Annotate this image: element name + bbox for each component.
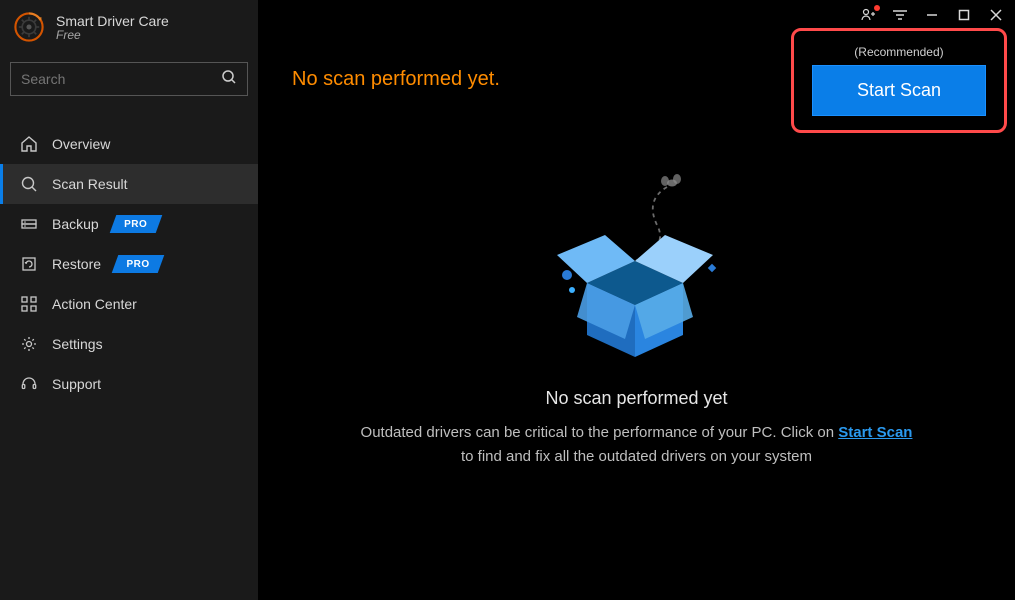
nav-overview[interactable]: Overview xyxy=(0,124,258,164)
grid-icon xyxy=(20,295,38,313)
empty-state-title: No scan performed yet xyxy=(545,388,727,409)
nav-support[interactable]: Support xyxy=(0,364,258,404)
sidebar: Smart Driver Care Free Overview Scan Res… xyxy=(0,0,258,600)
nav-label: Action Center xyxy=(52,296,137,312)
titlebar xyxy=(849,0,1015,30)
notification-dot-icon xyxy=(874,5,880,11)
search-box[interactable] xyxy=(10,62,248,96)
pro-badge: PRO xyxy=(115,255,161,273)
empty-state-description: Outdated drivers can be critical to the … xyxy=(361,421,913,469)
open-box-icon xyxy=(527,165,747,370)
nav-restore[interactable]: Restore PRO xyxy=(0,244,258,284)
scan-recommendation-box: (Recommended) Start Scan xyxy=(791,28,1007,133)
nav-label: Backup xyxy=(52,216,99,232)
search-icon xyxy=(221,69,237,90)
nav-action-center[interactable]: Action Center xyxy=(0,284,258,324)
magnifier-icon xyxy=(20,175,38,193)
nav: Overview Scan Result Backup PRO Restore xyxy=(0,124,258,404)
restore-icon xyxy=(20,255,38,273)
nav-label: Restore xyxy=(52,256,101,272)
search-input[interactable] xyxy=(21,71,221,87)
backup-icon xyxy=(20,215,38,233)
gear-icon xyxy=(20,335,38,353)
nav-label: Support xyxy=(52,376,101,392)
main-panel: No scan performed yet. (Recommended) Sta… xyxy=(258,0,1015,600)
nav-label: Scan Result xyxy=(52,176,127,192)
app-logo-icon xyxy=(12,10,46,44)
pro-badge: PRO xyxy=(113,215,159,233)
maximize-button[interactable] xyxy=(955,6,973,24)
recommended-label: (Recommended) xyxy=(854,45,943,59)
nav-label: Overview xyxy=(52,136,110,152)
app-edition: Free xyxy=(56,28,169,42)
nav-label: Settings xyxy=(52,336,103,352)
home-icon xyxy=(20,135,38,153)
app-title: Smart Driver Care xyxy=(56,13,169,29)
nav-settings[interactable]: Settings xyxy=(0,324,258,364)
minimize-button[interactable] xyxy=(923,6,941,24)
menu-icon[interactable] xyxy=(891,6,909,24)
scan-status-header: No scan performed yet. xyxy=(292,68,500,91)
account-icon[interactable] xyxy=(859,6,877,24)
empty-state: No scan performed yet Outdated drivers c… xyxy=(258,165,1015,469)
start-scan-button[interactable]: Start Scan xyxy=(812,65,986,116)
nav-scan-result[interactable]: Scan Result xyxy=(0,164,258,204)
start-scan-link[interactable]: Start Scan xyxy=(838,424,912,441)
close-button[interactable] xyxy=(987,6,1005,24)
headset-icon xyxy=(20,375,38,393)
nav-backup[interactable]: Backup PRO xyxy=(0,204,258,244)
brand: Smart Driver Care Free xyxy=(0,0,258,44)
